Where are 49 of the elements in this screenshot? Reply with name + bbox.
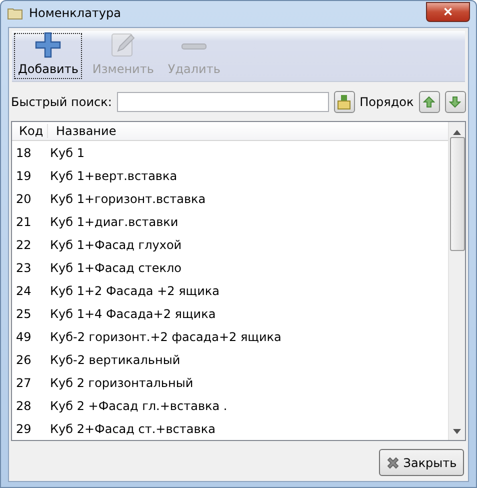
table-cell: Куб 1+Фасад стекло xyxy=(50,260,182,274)
column-header[interactable]: Название xyxy=(48,124,116,138)
table-cell: Куб-2 горизонт.+2 фасада+2 ящика xyxy=(50,330,282,344)
table-cell-text: 20 xyxy=(15,192,32,206)
search-field[interactable] xyxy=(116,92,329,112)
table-cell: Куб 1+Фасад глухой xyxy=(50,238,182,252)
table-cell: Куб 1+верт.вставка xyxy=(50,168,178,182)
table-cell-text: 27 xyxy=(15,376,32,390)
table-cell: Куб 2 +Фасад гл.+вставка . xyxy=(50,398,228,412)
table-cell: Куб 1 xyxy=(50,146,84,160)
scrollbar[interactable] xyxy=(448,122,465,440)
table-cell: Куб 1+4 Фасада+2 ящика xyxy=(50,306,216,320)
table-cell-text: 28 xyxy=(15,398,32,412)
plus-icon xyxy=(35,32,62,58)
table-cell: Куб 1+диаг.вставки xyxy=(50,214,178,228)
close-button[interactable]: Закрыть xyxy=(379,449,464,476)
move-up-button[interactable] xyxy=(418,91,440,113)
scroll-down-icon[interactable] xyxy=(453,429,461,434)
table-cell-text: 21 xyxy=(15,214,32,228)
table-cell: Куб-2 вертикальный xyxy=(50,352,180,366)
move-down-button[interactable] xyxy=(444,91,466,113)
pencil-icon xyxy=(110,32,136,58)
table-cell-text: 19 xyxy=(15,168,32,182)
search-label: Быстрый поиск: xyxy=(11,95,112,109)
scroll-thumb[interactable] xyxy=(450,137,464,251)
close-button[interactable]: ✕ xyxy=(426,2,470,22)
table-cell: Куб 1+горизонт.вставка xyxy=(50,192,206,206)
table-cell-text: 29 xyxy=(15,422,32,436)
column-header[interactable]: Код xyxy=(12,124,48,138)
table-cell: Куб 2+Фасад ст.+вставка xyxy=(50,422,216,436)
table-cell-text: 24 xyxy=(15,284,32,298)
minus-icon xyxy=(181,43,208,51)
folder-icon xyxy=(7,6,23,20)
window-title: Номенклатура xyxy=(29,6,122,20)
table-cell-text: 18 xyxy=(15,146,32,160)
table-cell-text: 23 xyxy=(15,260,32,274)
arrow-down-icon xyxy=(449,96,462,108)
table-cell: Куб 2 горизонтальный xyxy=(50,376,194,390)
scroll-up-icon[interactable] xyxy=(453,130,461,135)
add-button[interactable]: Добавить xyxy=(14,33,82,79)
table-cell-text: 22 xyxy=(15,238,32,252)
clear-button[interactable] xyxy=(334,91,355,113)
arrow-up-icon xyxy=(423,96,436,108)
close-icon xyxy=(386,456,400,470)
table-cell: Куб 1+2 Фасада +2 ящика xyxy=(50,284,220,298)
table-cell-text: 25 xyxy=(15,306,32,320)
order-label: Порядок xyxy=(360,95,414,109)
table-cell-text: 49 xyxy=(15,330,32,344)
table-cell-text: 26 xyxy=(15,352,32,366)
